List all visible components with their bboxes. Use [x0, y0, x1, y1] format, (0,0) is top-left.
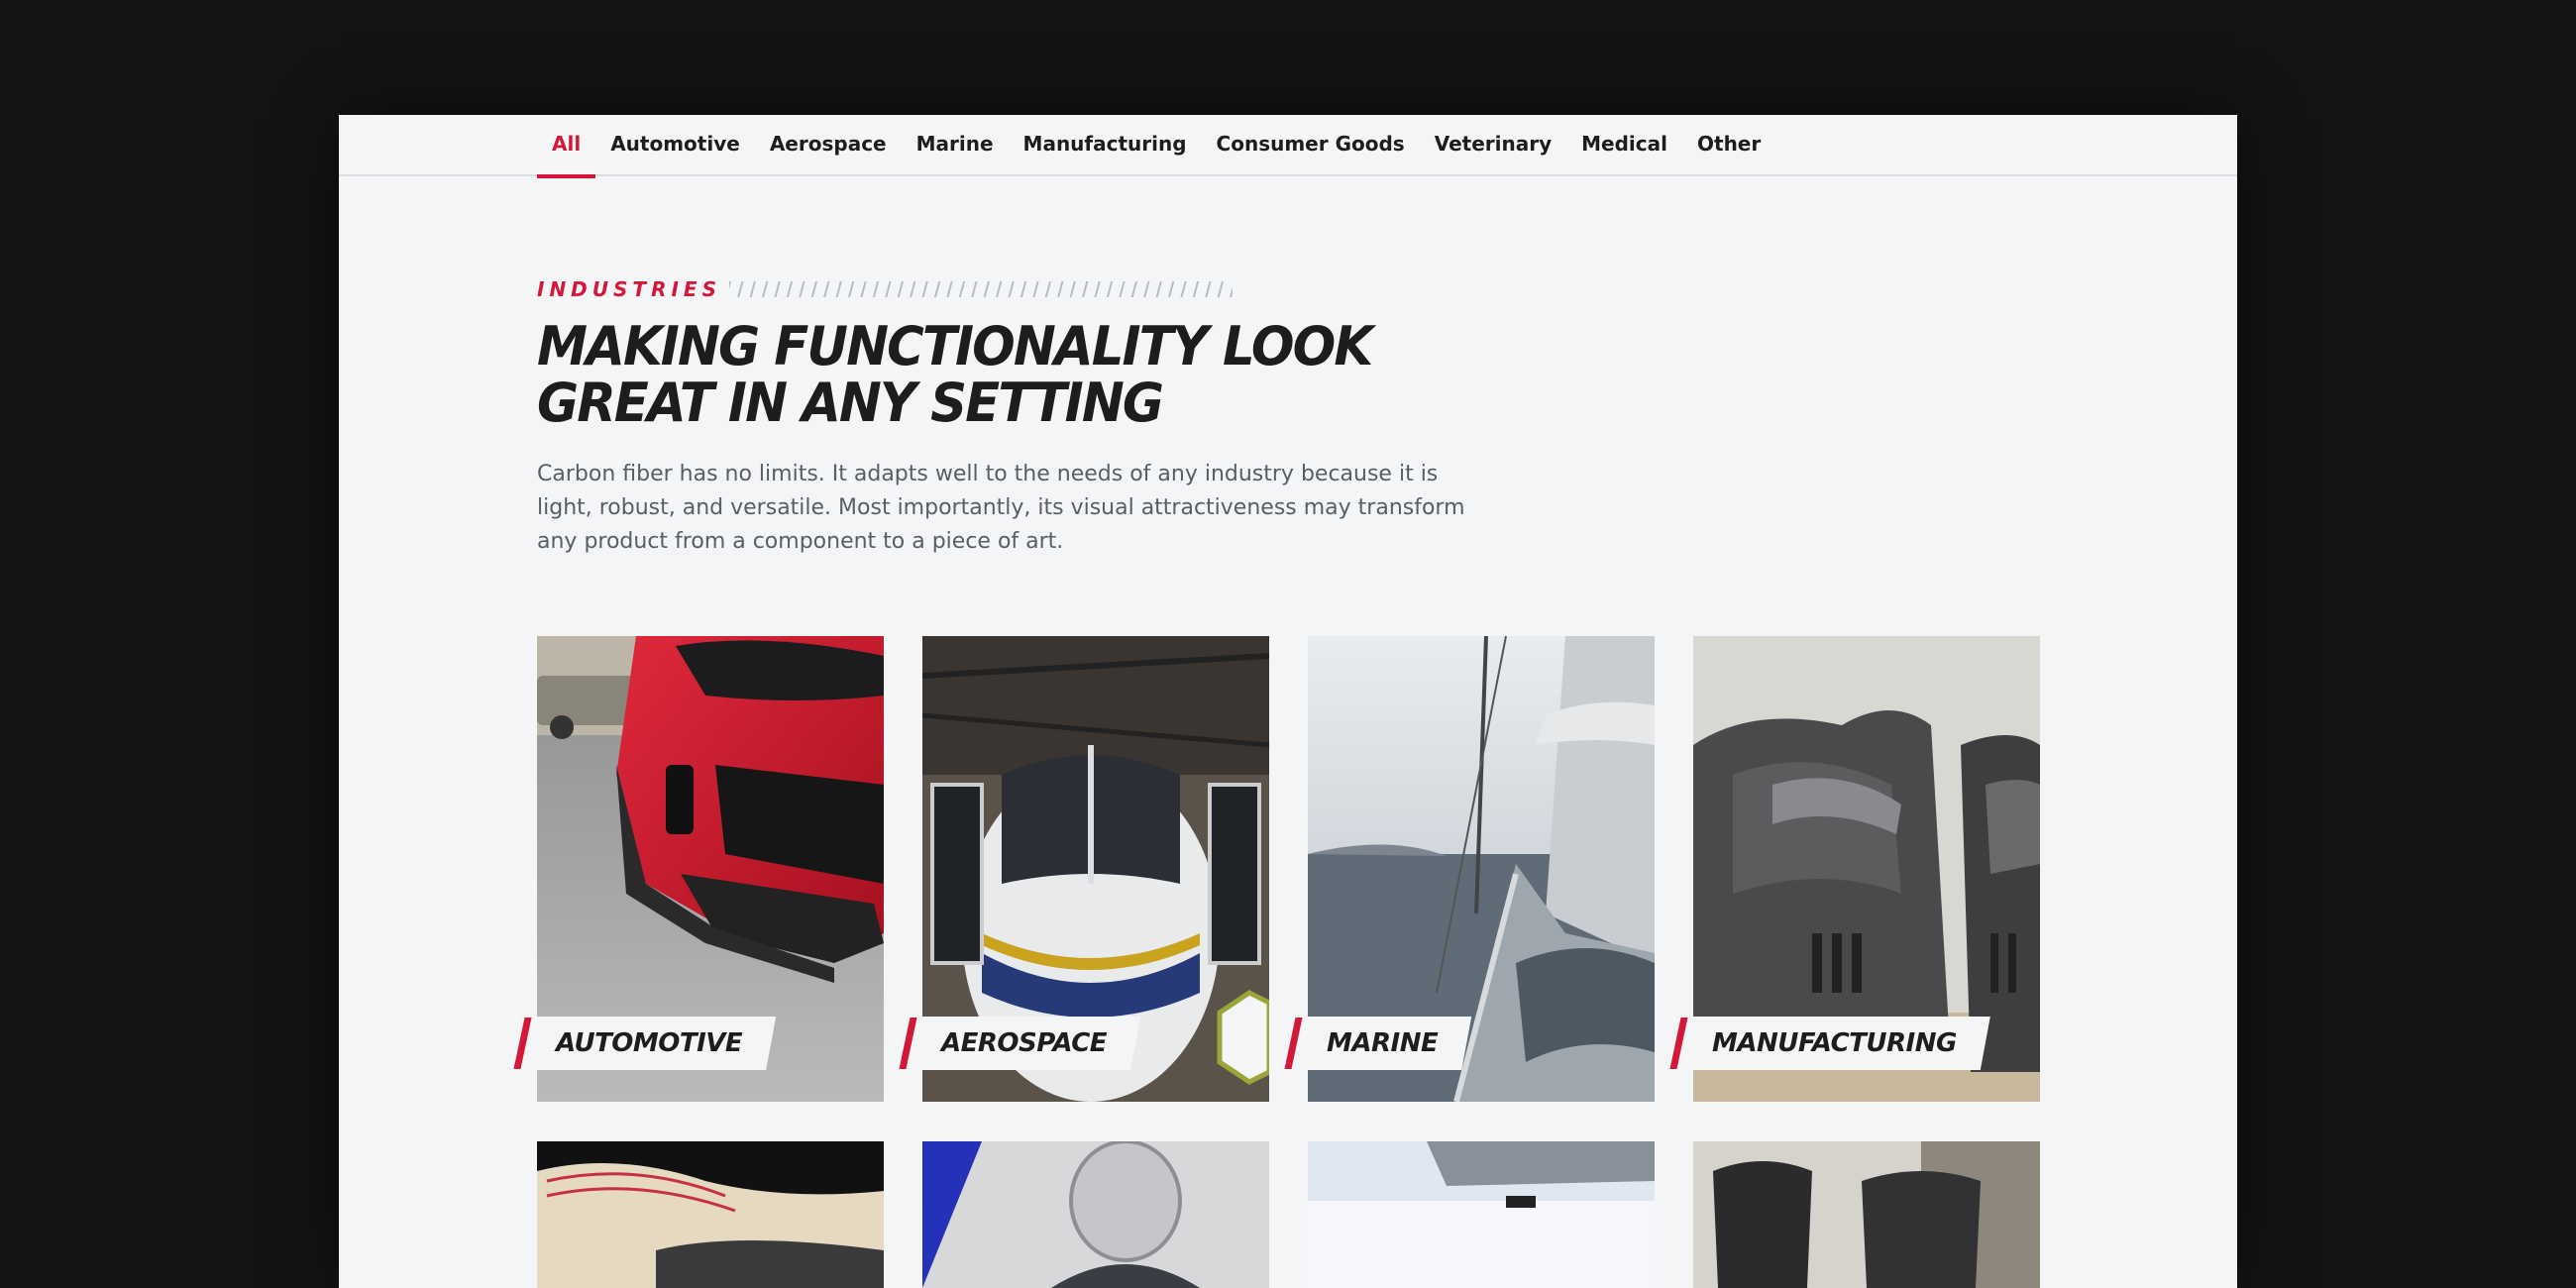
card-label-aerospace: AEROSPACE [899, 1017, 1140, 1070]
industry-card-veterinary[interactable] [922, 1141, 1269, 1288]
card-label-automotive: AUTOMOTIVE [513, 1017, 776, 1070]
industry-card-consumer-goods[interactable] [537, 1141, 884, 1288]
veterinary-photo [922, 1141, 1269, 1288]
card-label-manufacturing: MANUFACTURING [1669, 1017, 1990, 1070]
page-headline: MAKING FUNCTIONALITY LOOK GREAT IN ANY S… [537, 318, 1384, 431]
tab-aerospace[interactable]: Aerospace [755, 115, 902, 176]
tab-manufacturing[interactable]: Manufacturing [1009, 115, 1202, 176]
tab-marine[interactable]: Marine [902, 115, 1009, 176]
tab-automotive[interactable]: Automotive [595, 115, 755, 176]
industry-card-medical[interactable] [1308, 1141, 1655, 1288]
tab-veterinary[interactable]: Veterinary [1420, 115, 1566, 176]
label-accent-bar [513, 1018, 532, 1069]
industry-card-aerospace[interactable]: AEROSPACE [899, 636, 1269, 1102]
card-title: MARINE [1327, 1028, 1439, 1058]
card-title: MANUFACTURING [1712, 1028, 1957, 1058]
tab-other[interactable]: Other [1682, 115, 1775, 176]
card-title: AUTOMOTIVE [556, 1028, 743, 1058]
industry-tabs: All Automotive Aerospace Marine Manufact… [537, 115, 1775, 178]
tab-all[interactable]: All [537, 115, 596, 178]
industry-card-other[interactable] [1693, 1141, 2040, 1288]
industry-card-marine[interactable]: MARINE [1284, 636, 1655, 1102]
label-accent-bar [1284, 1018, 1303, 1069]
industry-filter-bar: All Automotive Aerospace Marine Manufact… [339, 115, 2237, 178]
other-photo [1693, 1141, 2040, 1288]
label-accent-bar [899, 1018, 917, 1069]
eyebrow-label: INDUSTRIES [537, 277, 721, 301]
section-eyebrow: INDUSTRIES [537, 274, 1233, 304]
headline-line-2: GREAT IN ANY SETTING [537, 372, 1164, 434]
guitar-photo [537, 1141, 884, 1288]
label-accent-bar [1669, 1018, 1688, 1069]
industries-page: All Automotive Aerospace Marine Manufact… [339, 115, 2237, 1288]
card-label-marine: MARINE [1284, 1017, 1471, 1070]
industry-card-automotive[interactable]: AUTOMOTIVE [513, 636, 884, 1102]
industry-card-manufacturing[interactable]: MANUFACTURING [1669, 636, 2040, 1102]
headline-line-1: MAKING FUNCTIONALITY LOOK [537, 315, 1373, 377]
intro-paragraph: Carbon fiber has no limits. It adapts we… [537, 462, 1465, 554]
tab-medical[interactable]: Medical [1566, 115, 1682, 176]
medical-photo [1308, 1141, 1655, 1288]
card-title: AEROSPACE [941, 1028, 1108, 1058]
decorative-tick-divider [728, 281, 1233, 297]
tab-consumer-goods[interactable]: Consumer Goods [1202, 115, 1420, 176]
